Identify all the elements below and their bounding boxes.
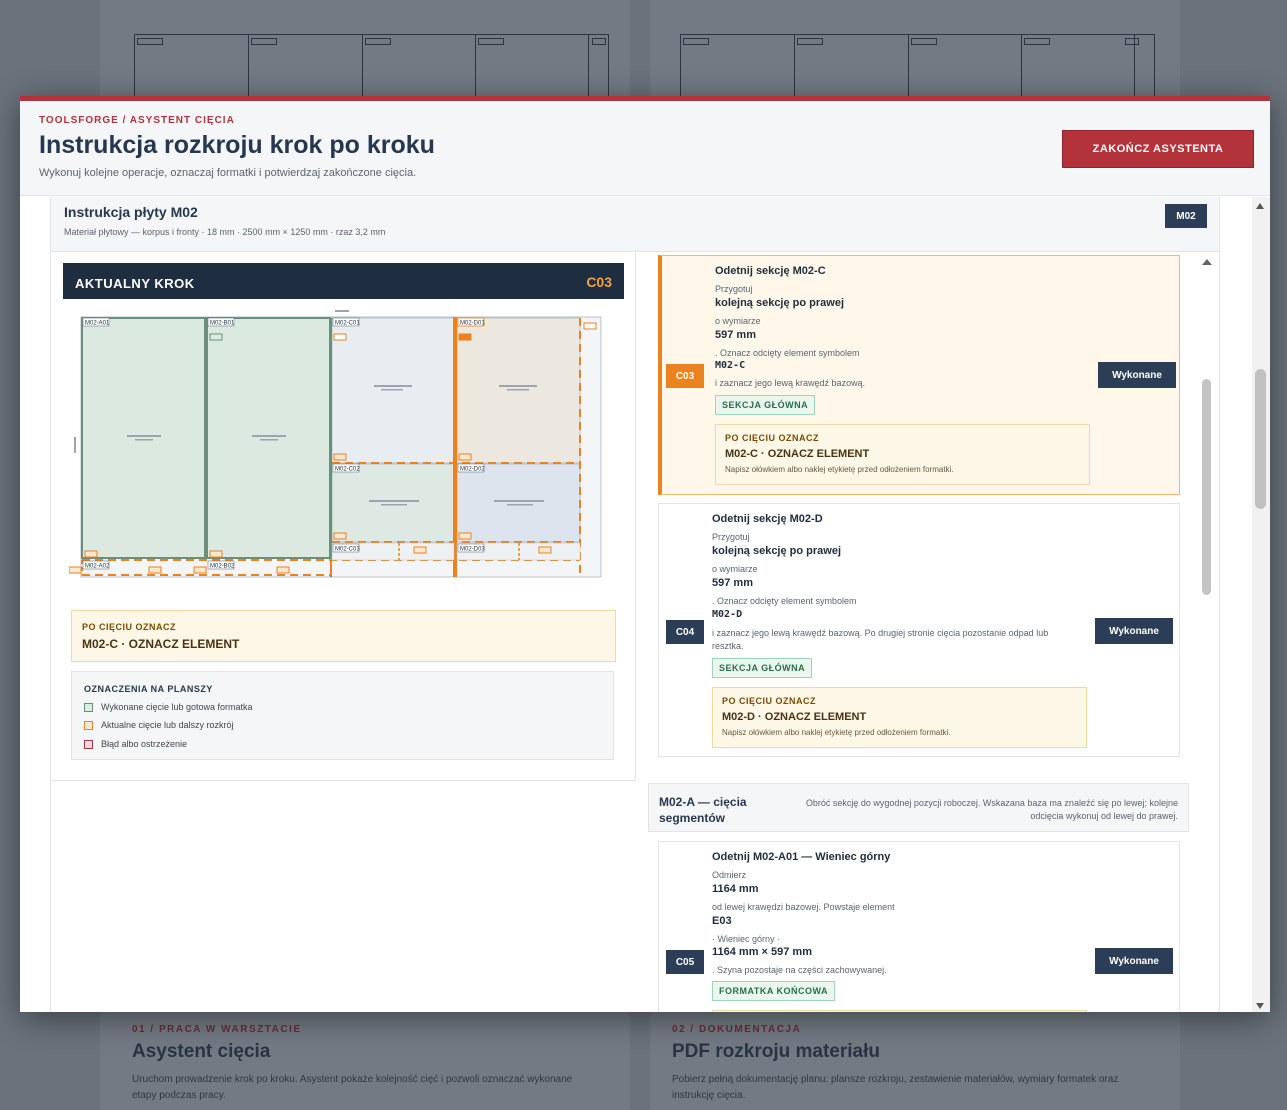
modal-subtitle: Wykonuj kolejne operacje, oznaczaj forma… [39,167,417,179]
step-title: Odetnij sekcję M02-C [715,265,826,277]
scroll-up-arrow-icon[interactable] [1256,203,1264,209]
diagram-label-c02: M02-C02 [335,467,360,473]
legend-swatch-icon [84,702,93,712]
plate-section: Instrukcja płyty M02 Materiał płytowy — … [50,197,1220,1012]
panel-c02 [331,463,455,543]
finish-assistant-button[interactable]: ZAKOŃCZ ASYSTENTA [1062,130,1254,168]
background-card-pdf: 02 / DOKUMENTACJA PDF rozkroju materiału… [640,1012,1180,1110]
plate-title: Instrukcja płyty M02 [64,204,198,220]
segment-header: M02-A — cięcia segmentów Obróć sekcję do… [648,783,1189,832]
current-step-panel: AKTUALNY KROK C03 M02-A01 M02-B01 M02-C0… [51,253,636,781]
legend-item-current: Aktualne cięcie lub dalszy rozkrój [84,720,234,730]
step-done-button[interactable]: Wykonane [1098,362,1176,388]
step-title: Odetnij sekcję M02-D [712,513,823,525]
modal-breadcrumb: TOOLSFORGE / ASYSTENT CIĘCIA [39,115,235,126]
legend-swatch-icon [84,739,93,749]
step-tag: FORMATKA KOŃCOWA [712,981,835,1001]
diagram-label-b02: M02-B02 [210,564,235,570]
diagram-label-a02: M02-A02 [85,564,110,570]
step-tag: SEKCJA GŁÓWNA [715,395,816,415]
cutting-assistant-modal: TOOLSFORGE / ASYSTENT CIĘCIA Instrukcja … [20,96,1270,1012]
current-step-mark-box: PO CIĘCIU OZNACZ M02-C · OZNACZ ELEMENT [71,610,616,662]
step-list-panel: Odetnij sekcję M02-C Przygotuj kolejną s… [648,253,1219,1012]
legend-swatch-icon [84,720,93,730]
panel-b01 [206,317,331,559]
plate-legend: OZNACZENIA NA PLANSZY Wykonane cięcie lu… [71,671,614,760]
scrollbar-thumb[interactable] [1255,369,1266,509]
scrollbar-thumb[interactable] [1202,379,1211,595]
step-card-c04: Odetnij sekcję M02-D Przygotuj kolejną s… [658,503,1180,757]
background-card-assistant: 01 / PRACA W WARSZTACIE Asystent cięcia … [100,1012,630,1110]
step-card-c03: Odetnij sekcję M02-C Przygotuj kolejną s… [658,255,1180,495]
cutting-diagram-svg: M02-A01 M02-B01 M02-C01 M02-D01 M02-C02 … [69,310,602,578]
current-step-bar: AKTUALNY KROK C03 [63,263,624,299]
plate-meta: Materiał płytowy — korpus i fronty · 18 … [64,227,386,237]
step-tag: SEKCJA GŁÓWNA [712,658,813,678]
step-card-c05: Odetnij M02-A01 — Wieniec górny Odmierz … [658,841,1180,1012]
modal-scrollbar[interactable] [1252,197,1270,1012]
panel-a01 [81,317,206,559]
panel-d02 [456,463,581,543]
step-code-badge: C05 [666,950,704,974]
mark-value: M02-C · OZNACZ ELEMENT [82,637,240,651]
background-card-kicker: 01 / PRACA W WARSZTACIE [132,1024,302,1035]
background-card-title: Asystent cięcia [132,1041,271,1062]
background-card-kicker: 02 / DOKUMENTACJA [672,1024,802,1035]
step-code-badge: C04 [666,620,704,644]
step-mark-box: PO CIĘCIU OZNACZ M02-D · OZNACZ ELEMENT … [712,687,1087,748]
diagram-label-d01: M02-D01 [460,321,485,327]
background-plan-preview [134,34,609,98]
plate-header: Instrukcja płyty M02 Materiał płytowy — … [51,197,1219,252]
plate-badge: M02 [1165,204,1207,228]
step-list-scrollbar[interactable] [1198,253,1216,773]
scroll-up-arrow-icon[interactable] [1202,259,1212,265]
mark-label: PO CIĘCIU OZNACZ [82,622,177,632]
background-plan-preview [680,34,1155,98]
segment-description: Obróć sekcję do wygodnej pozycji robocze… [805,798,1178,821]
modal-body: Instrukcja płyty M02 Materiał płytowy — … [20,197,1270,1012]
step-mark-box: PO CIĘCIU OZNACZ M02-C · OZNACZ ELEMENT … [715,424,1090,485]
background-card-text: Uruchom prowadzenie krok po kroku. Asyst… [132,1074,573,1101]
diagram-label-c03: M02-C03 [335,547,360,553]
diagram-label-c01: M02-C01 [335,321,360,327]
diagram-label-b01: M02-B01 [210,321,235,327]
step-title: Odetnij M02-A01 — Wieniec górny [712,851,891,863]
step-mark-box [712,1010,1087,1012]
legend-title: OZNACZENIA NA PLANSZY [84,684,213,694]
modal-header: TOOLSFORGE / ASYSTENT CIĘCIA Instrukcja … [20,101,1270,196]
cutting-diagram: M02-A01 M02-B01 M02-C01 M02-D01 M02-C02 … [69,307,609,587]
diagram-label-a01: M02-A01 [85,321,110,327]
legend-item-done: Wykonane cięcie lub gotowa formatka [84,702,253,712]
current-step-code: C03 [586,274,612,290]
step-done-button[interactable]: Wykonane [1095,618,1173,644]
modal-title: Instrukcja rozkroju krok po kroku [39,131,435,159]
background-card-title: PDF rozkroju materiału [672,1041,880,1062]
segment-title: M02-A — cięcia segmentów [659,795,747,825]
diagram-label-d02: M02-D02 [460,467,485,473]
current-step-label: AKTUALNY KROK [75,276,195,291]
background-card-text: Pobierz pełną dokumentację planu: plansz… [672,1074,1119,1101]
step-code-badge: C03 [666,364,704,388]
step-done-button[interactable]: Wykonane [1095,948,1173,974]
legend-item-error: Błąd albo ostrzeżenie [84,739,187,749]
diagram-label-d03: M02-D03 [460,547,485,553]
scroll-down-arrow-icon[interactable] [1256,1003,1264,1009]
